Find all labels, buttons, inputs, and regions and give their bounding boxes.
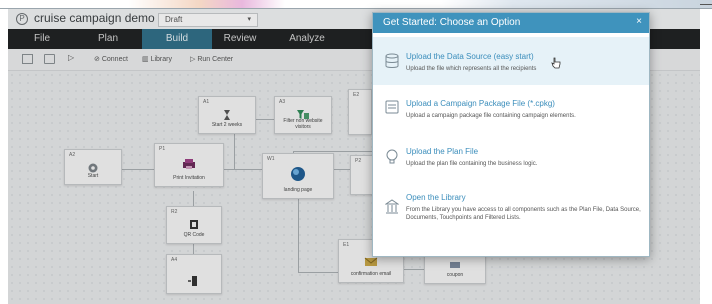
option-upload-plan-file[interactable]: Upload the Plan File Upload the plan fil… — [373, 141, 649, 189]
option-upload-data-source[interactable]: Upload the Data Source (easy start) Uplo… — [373, 37, 649, 85]
library-icon — [385, 199, 399, 214]
option-description: Upload the plan file containing the busi… — [406, 161, 538, 167]
option-title: Upload the Data Source (easy start) — [406, 52, 534, 61]
package-icon — [385, 100, 399, 114]
lightbulb-icon — [386, 149, 398, 164]
close-icon[interactable]: × — [636, 16, 642, 27]
dialog-header: Get Started: Choose an Option × — [373, 13, 649, 33]
option-description: Upload a campaign package file containin… — [406, 113, 576, 119]
option-description: Upload the file which represents all the… — [406, 66, 537, 72]
database-icon — [385, 53, 399, 68]
window-control-icon[interactable] — [700, 4, 712, 5]
option-open-library[interactable]: Open the Library From the Library you ha… — [373, 189, 649, 249]
option-description: From the Library you have access to all … — [406, 207, 641, 221]
option-upload-campaign-package[interactable]: Upload a Campaign Package File (*.cpkg) … — [373, 93, 649, 141]
get-started-dialog: Get Started: Choose an Option × Upload t… — [372, 12, 650, 257]
top-decoration — [0, 0, 712, 8]
hand-cursor-icon — [551, 57, 561, 69]
option-title: Upload a Campaign Package File (*.cpkg) — [406, 99, 555, 108]
dialog-title: Get Started: Choose an Option — [383, 17, 521, 28]
option-title: Upload the Plan File — [406, 147, 479, 156]
option-title: Open the Library — [406, 193, 466, 202]
